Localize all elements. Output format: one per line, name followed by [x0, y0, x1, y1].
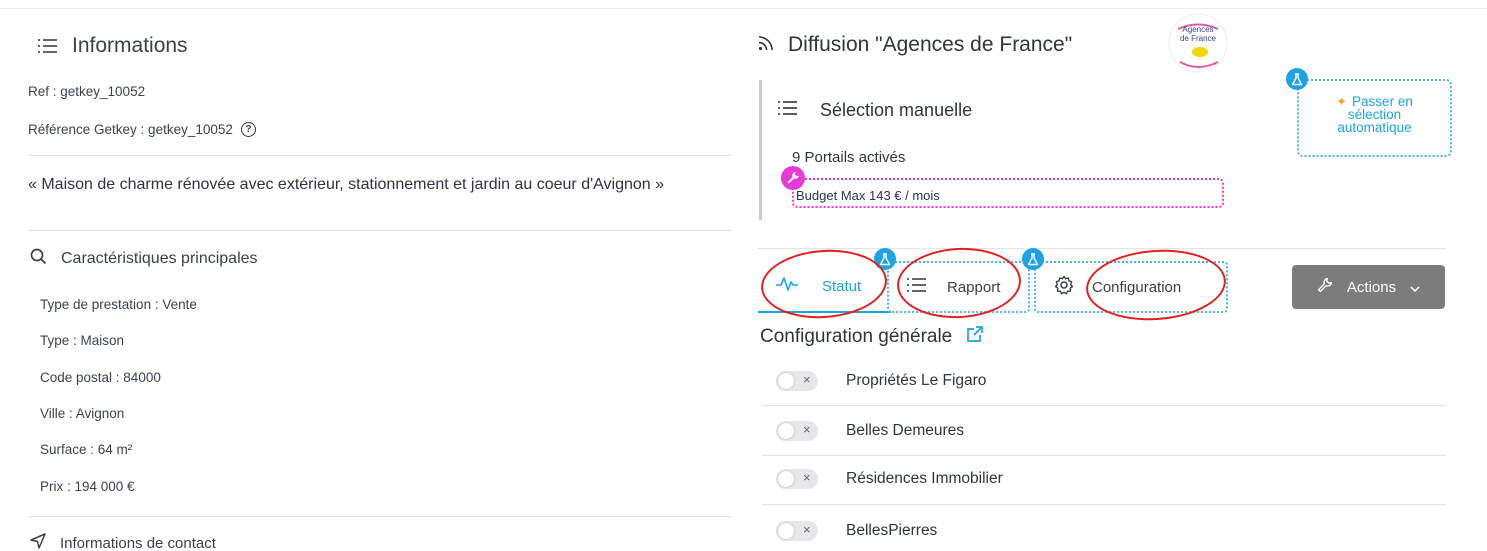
- wrench-icon: [781, 166, 805, 190]
- feature-item: Code postal : 84000: [40, 370, 161, 385]
- portal-toggle[interactable]: ×: [776, 469, 818, 489]
- logo-text-line: de France: [1180, 34, 1217, 43]
- portal-name: Belles Demeures: [846, 422, 965, 439]
- feature-item: Type de prestation : Vente: [40, 297, 197, 312]
- manual-selection-header: Sélection manuelle: [778, 100, 972, 121]
- features-header: Caractéristiques principales: [30, 248, 258, 270]
- portal-toggle[interactable]: ×: [776, 371, 818, 391]
- gear-icon: [1054, 275, 1074, 299]
- close-icon: ×: [803, 522, 811, 537]
- contact-header: Informations de contact: [30, 533, 216, 551]
- toggle-knob: [778, 373, 794, 389]
- feature-item: Type : Maison: [40, 333, 125, 348]
- ref-getkey-text: Référence Getkey : getkey_10052: [28, 122, 233, 137]
- informations-title: Informations: [72, 34, 188, 57]
- divider: [28, 155, 732, 156]
- portal-row: × BellesPierres: [776, 505, 1446, 551]
- sparkle-icon: ✦: [1336, 94, 1348, 109]
- actions-button[interactable]: Actions: [1292, 265, 1445, 309]
- diffusion-panel: Diffusion "Agences de France" Agences de…: [758, 0, 1487, 551]
- ref-text: Ref : getkey_10052: [28, 84, 146, 99]
- diffusion-header: Diffusion "Agences de France": [758, 33, 1072, 57]
- informations-panel: Informations Ref : getkey_10052 Référenc…: [28, 0, 738, 551]
- divider: [28, 516, 732, 517]
- logo-text-line: Agences: [1182, 25, 1213, 34]
- features-title: Caractéristiques principales: [61, 250, 258, 267]
- agences-de-france-logo: Agences de France: [1168, 10, 1228, 76]
- portal-row: × Belles Demeures: [776, 405, 1446, 457]
- portal-toggle[interactable]: ×: [776, 421, 818, 441]
- divider: [28, 230, 732, 231]
- manual-selection-card: Sélection manuelle 9 Portails activés Bu…: [759, 80, 1224, 220]
- contact-title: Informations de contact: [60, 534, 216, 551]
- external-link-icon[interactable]: [966, 325, 984, 349]
- help-icon[interactable]: ?: [240, 122, 256, 137]
- portal-name: BellesPierres: [846, 522, 938, 539]
- portal-toggle[interactable]: ×: [776, 521, 818, 541]
- manual-selection-title: Sélection manuelle: [820, 100, 973, 120]
- listing-description: « Maison de charme rénovée avec extérieu…: [28, 176, 665, 193]
- auto-btn-text: automatique: [1337, 120, 1412, 135]
- close-icon: ×: [803, 470, 811, 485]
- chevron-down-icon: [1410, 279, 1420, 296]
- toggle-knob: [778, 423, 794, 439]
- portal-row: × Résidences Immobilier: [776, 453, 1446, 505]
- list-icon: [38, 36, 58, 56]
- divider: [758, 248, 1446, 249]
- portal-name: Résidences Immobilier: [846, 470, 1003, 487]
- ref-getkey-row: Référence Getkey : getkey_10052 ?: [28, 122, 256, 137]
- diffusion-title: Diffusion "Agences de France": [788, 33, 1073, 56]
- portal-name: Propriétés Le Figaro: [846, 372, 987, 389]
- auto-selection-button[interactable]: ✦ Passer en sélection automatique: [1297, 79, 1452, 157]
- toggle-knob: [778, 471, 794, 487]
- flask-icon: [1022, 248, 1044, 270]
- close-icon: ×: [803, 422, 811, 437]
- portal-row: × Propriétés Le Figaro: [776, 355, 1446, 407]
- wrench-icon: [1317, 277, 1333, 297]
- actions-label: Actions: [1346, 278, 1397, 296]
- send-icon: [30, 533, 46, 551]
- informations-header: Informations: [38, 34, 188, 58]
- config-header: Configuration générale: [760, 325, 984, 349]
- budget-field[interactable]: Budget Max 143 € / mois: [792, 178, 1224, 208]
- portals-count: 9 Portails activés: [792, 149, 906, 166]
- flask-icon: [1286, 68, 1308, 90]
- feature-item: Ville : Avignon: [40, 406, 125, 421]
- close-icon: ×: [803, 372, 811, 387]
- config-title: Configuration générale: [760, 326, 953, 347]
- feature-item: Prix : 194 000 €: [40, 479, 135, 494]
- toggle-knob: [778, 523, 794, 539]
- list-icon: [778, 100, 798, 121]
- rss-icon: [758, 33, 774, 57]
- search-icon: [30, 248, 47, 270]
- feature-item: Surface : 64 m²: [40, 442, 133, 457]
